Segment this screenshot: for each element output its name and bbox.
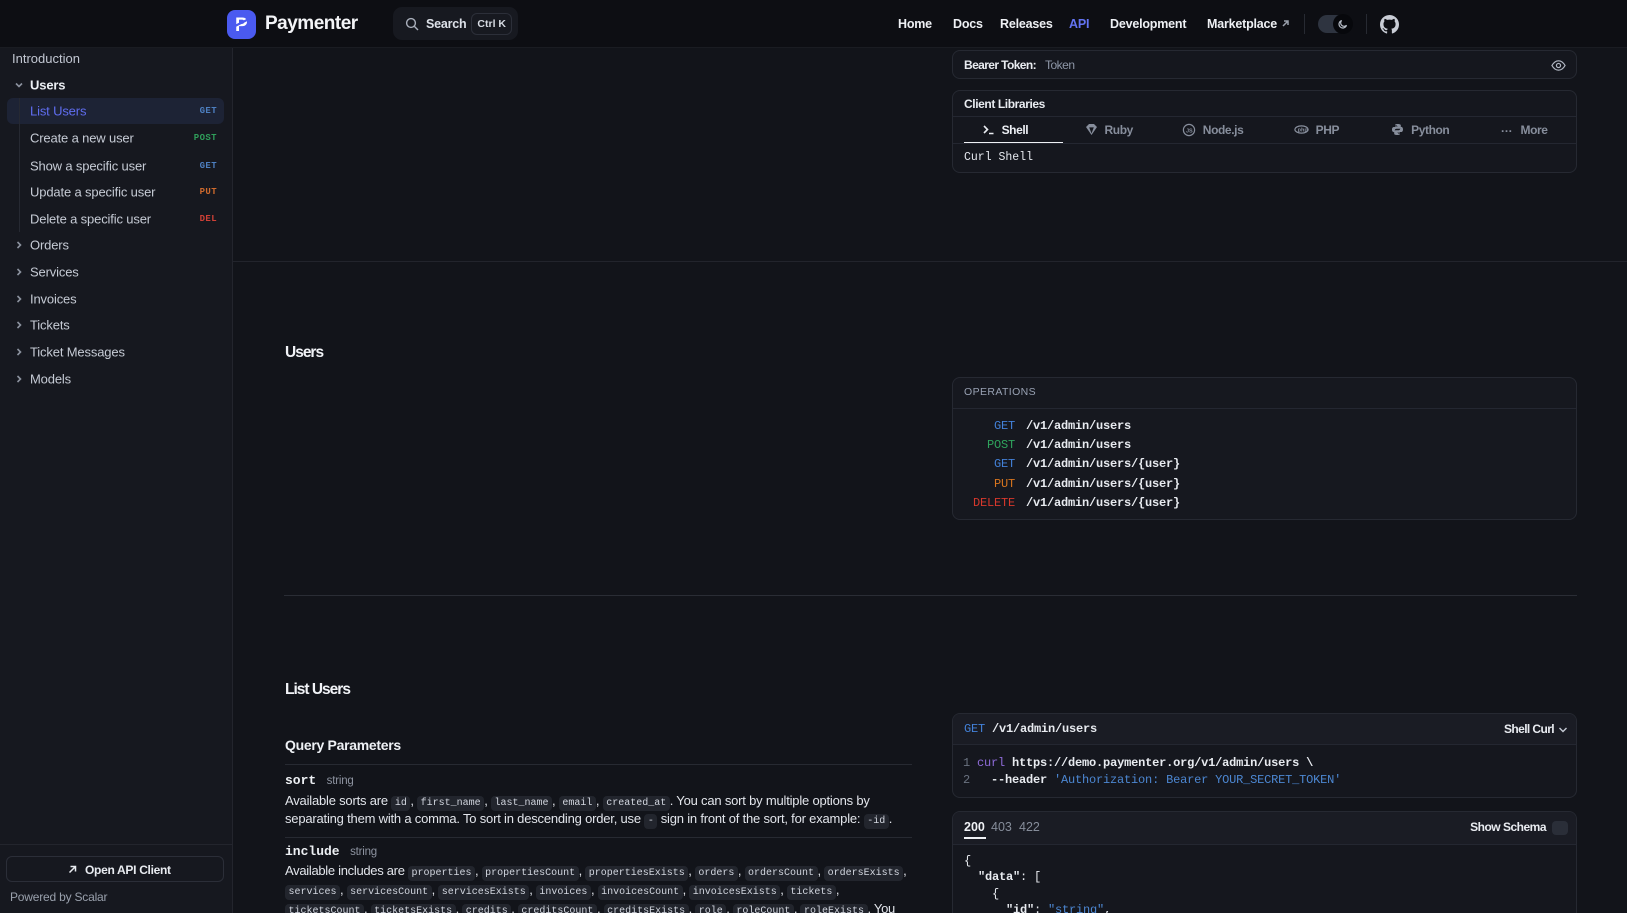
svg-text:JS: JS (1186, 128, 1193, 134)
svg-text:php: php (1297, 128, 1308, 134)
